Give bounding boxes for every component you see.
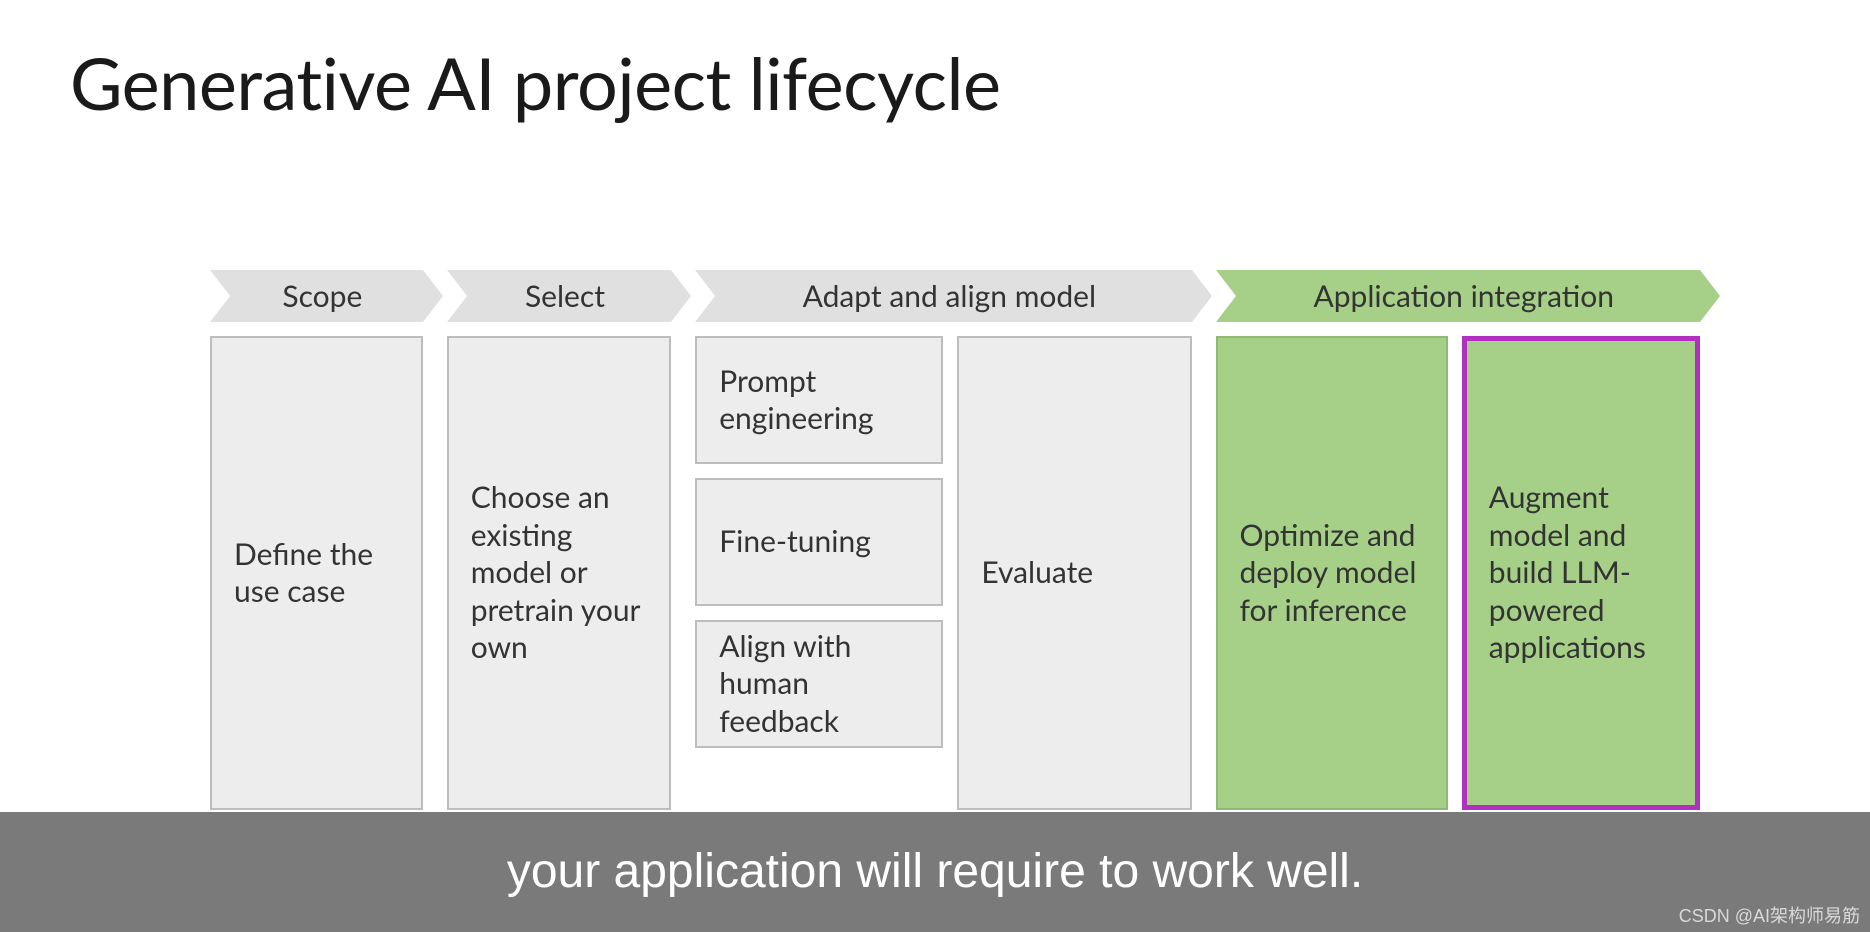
lifecycle-row: Scope Define the use case Select Choose … [210,270,1700,810]
phase-select: Select Choose an existing model or pretr… [447,270,672,810]
card-define-use-case-label: Define the use case [234,536,399,611]
card-align-human-feedback: Align with human feedback [695,620,943,748]
caption-bar: your application will require to work we… [0,812,1870,932]
phase-scope: Scope Define the use case [210,270,423,810]
phase-select-header: Select [447,270,672,322]
phase-app-integration: Application integration Optimize and dep… [1216,270,1700,810]
card-fine-tuning-label: Fine-tuning [719,523,871,561]
phase-app-header: Application integration [1216,270,1700,322]
watermark: CSDN @AI架构师易筋 [1679,902,1860,928]
card-augment-build-apps-label: Augment model and build LLM-powered appl… [1489,479,1673,667]
card-define-use-case: Define the use case [210,336,423,810]
card-augment-build-apps: Augment model and build LLM-powered appl… [1462,336,1700,810]
card-evaluate: Evaluate [957,336,1191,810]
slide-root: Generative AI project lifecycle Scope De… [0,0,1870,932]
phase-scope-header-label: Scope [282,278,362,314]
card-align-human-feedback-label: Align with human feedback [719,628,919,741]
card-choose-model: Choose an existing model or pretrain you… [447,336,672,810]
phase-adapt-header-label: Adapt and align model [803,278,1097,314]
phase-adapt-header: Adapt and align model [695,270,1191,322]
phase-adapt: Adapt and align model Prompt engineering… [695,270,1191,810]
phase-app-header-label: Application integration [1313,278,1614,314]
card-choose-model-label: Choose an existing model or pretrain you… [471,479,648,667]
adapt-left-column: Prompt engineering Fine-tuning Align wit… [695,336,943,810]
caption-text: your application will require to work we… [507,844,1363,899]
card-fine-tuning: Fine-tuning [695,478,943,606]
card-prompt-engineering-label: Prompt engineering [719,363,919,438]
card-evaluate-label: Evaluate [981,554,1093,592]
card-optimize-deploy: Optimize and deploy model for inference [1216,336,1448,810]
card-prompt-engineering: Prompt engineering [695,336,943,464]
phase-scope-header: Scope [210,270,423,322]
phase-select-header-label: Select [525,278,605,314]
card-optimize-deploy-label: Optimize and deploy model for inference [1240,517,1424,630]
page-title: Generative AI project lifecycle [70,40,1000,126]
